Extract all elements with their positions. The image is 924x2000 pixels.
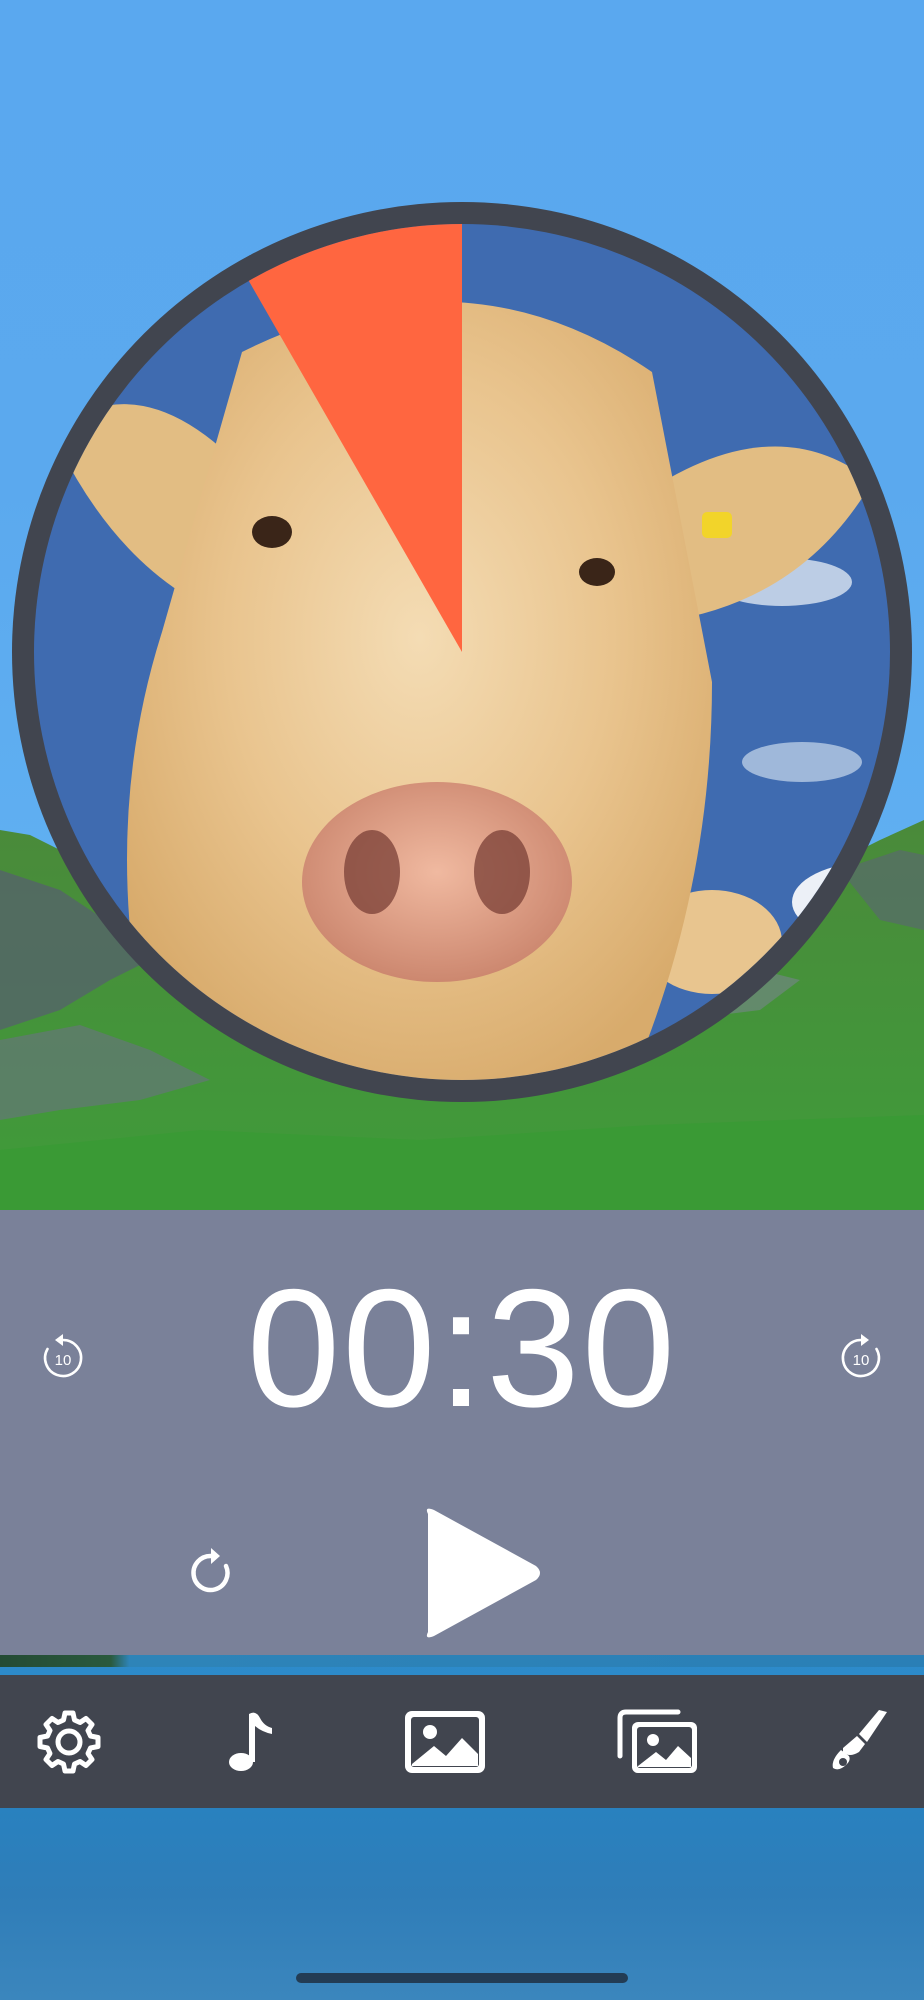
image-icon (405, 1711, 485, 1773)
skip-forward-label: 10 (853, 1352, 870, 1369)
sound-button[interactable] (226, 1708, 276, 1776)
skip-back-label: 10 (55, 1352, 72, 1369)
skip-back-10-button[interactable]: 10 (38, 1333, 88, 1383)
music-note-icon (229, 1712, 272, 1771)
gear-icon (37, 1710, 101, 1774)
reset-icon (191, 1548, 230, 1593)
settings-button[interactable] (35, 1708, 103, 1776)
image-gallery-button[interactable] (616, 1708, 700, 1776)
timer-display: 00:30 (246, 1254, 678, 1442)
timer-dial (12, 202, 912, 1102)
skip-forward-10-button[interactable]: 10 (836, 1333, 886, 1383)
home-indicator (296, 1973, 628, 1983)
play-icon (426, 1508, 540, 1638)
reset-button[interactable] (186, 1548, 236, 1598)
theme-button[interactable] (829, 1708, 889, 1776)
paintbrush-icon (832, 1710, 887, 1770)
shoreline (0, 1655, 924, 1667)
images-icon (617, 1709, 697, 1773)
background-image-button[interactable] (402, 1708, 488, 1776)
play-button[interactable] (418, 1504, 544, 1642)
